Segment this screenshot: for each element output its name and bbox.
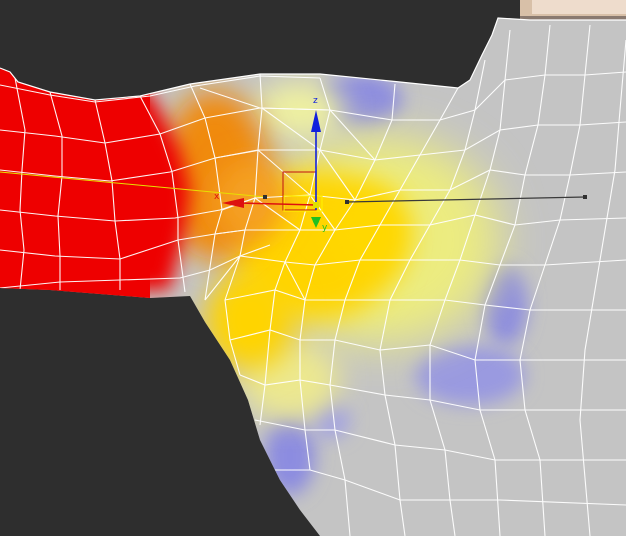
gizmo-label-y: y bbox=[322, 223, 328, 233]
gizmo-label-z: z bbox=[313, 96, 318, 106]
viewport-3d[interactable]: z x y bbox=[0, 0, 626, 536]
gizmo-center[interactable] bbox=[313, 202, 319, 208]
background-object bbox=[520, 0, 626, 22]
mesh-viewport-canvas[interactable]: z x y bbox=[0, 0, 626, 536]
gizmo-label-x: x bbox=[214, 192, 220, 202]
